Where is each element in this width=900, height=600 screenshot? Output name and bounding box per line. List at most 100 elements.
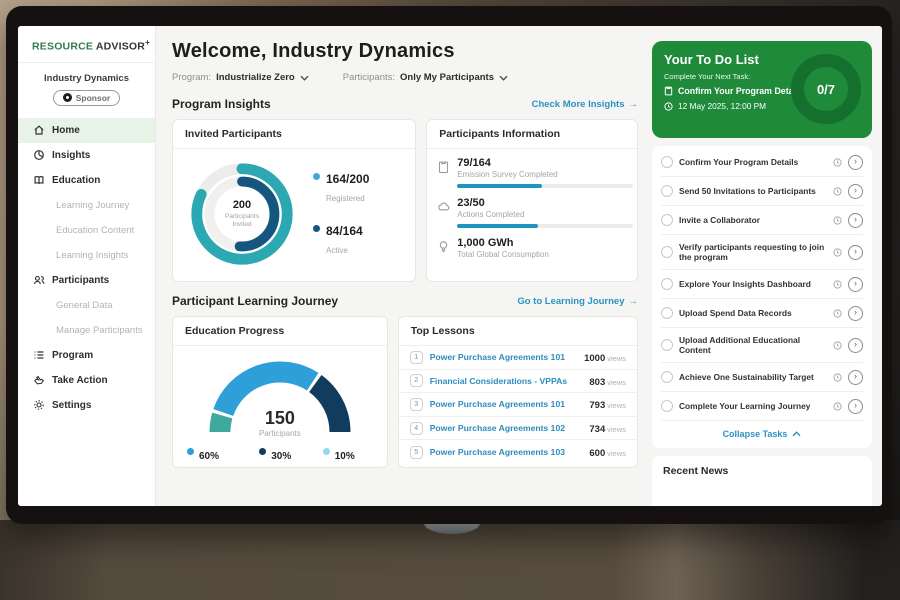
- not-started-dot: [323, 448, 330, 455]
- lesson-link[interactable]: Power Purchase Agreements 103: [430, 447, 583, 457]
- task-checkbox[interactable]: [661, 400, 673, 412]
- recent-news-title: Recent News: [663, 465, 861, 477]
- sidebar-item-education-content[interactable]: Education Content: [18, 218, 155, 243]
- lesson-link[interactable]: Financial Considerations - VPPAs: [430, 376, 583, 386]
- org-name: Industry Dynamics: [18, 73, 155, 84]
- clock-icon: [833, 187, 842, 196]
- book-icon: [33, 174, 45, 186]
- emission-survey-stat: 79/164 Emission Survey Completed: [437, 157, 625, 188]
- sidebar-item-home[interactable]: Home: [18, 118, 155, 143]
- sidebar-item-general-data[interactable]: General Data: [18, 293, 155, 318]
- gauge-label: Participants: [195, 429, 365, 438]
- chevron-right-icon[interactable]: ›: [848, 399, 863, 414]
- chevron-right-icon[interactable]: ›: [848, 338, 863, 353]
- task-checkbox[interactable]: [661, 278, 673, 290]
- sidebar-item-learning-journey[interactable]: Learning Journey: [18, 193, 155, 218]
- actions-progress-bar: [457, 224, 633, 228]
- legend-registered: 164/200 Registered: [313, 170, 369, 206]
- gear-icon: [33, 399, 45, 411]
- clock-icon: [833, 248, 842, 257]
- sponsor-badge-wrap: Sponsor: [18, 90, 155, 106]
- people-icon: [33, 274, 45, 286]
- pending-dot: [259, 448, 266, 455]
- check-more-insights-link[interactable]: Check More Insights →: [532, 99, 638, 110]
- sidebar-item-program[interactable]: Program: [18, 343, 155, 368]
- invited-total: 200: [233, 199, 251, 211]
- program-dropdown[interactable]: Program: Industrialize Zero: [172, 72, 309, 83]
- task-invite-collaborator[interactable]: Invite a Collaborator ›: [661, 206, 863, 235]
- task-explore-insights[interactable]: Explore Your Insights Dashboard ›: [661, 270, 863, 299]
- task-checkbox[interactable]: [661, 371, 673, 383]
- todo-task-list: Confirm Your Program Details › Send 50 I…: [652, 146, 872, 448]
- lesson-row-3[interactable]: 3 Power Purchase Agreements 101 793views: [399, 393, 637, 417]
- invited-donut-chart: 200 Participants Invited: [183, 155, 301, 273]
- education-legend: 60% Completed 30% Pending 10%: [173, 438, 387, 468]
- task-upload-educational-content[interactable]: Upload Additional Educational Content ›: [661, 328, 863, 363]
- lesson-link[interactable]: Power Purchase Agreements 102: [430, 423, 583, 433]
- sidebar-item-manage-participants[interactable]: Manage Participants: [18, 318, 155, 343]
- invited-card-title: Invited Participants: [173, 120, 415, 149]
- task-confirm-program[interactable]: Confirm Your Program Details ›: [661, 148, 863, 177]
- sidebar-item-insights[interactable]: Insights: [18, 143, 155, 168]
- completed-dot: [187, 448, 194, 455]
- active-dot: [313, 225, 320, 232]
- home-icon: [33, 124, 45, 136]
- filters-row: Program: Industrialize Zero Participants…: [172, 72, 638, 83]
- task-checkbox[interactable]: [661, 214, 673, 226]
- chevron-right-icon[interactable]: ›: [848, 245, 863, 260]
- lesson-row-1[interactable]: 1 Power Purchase Agreements 101 1000view…: [399, 346, 637, 370]
- chevron-right-icon[interactable]: ›: [848, 306, 863, 321]
- clock-icon: [833, 373, 842, 382]
- legend-completed: 60% Completed: [187, 446, 235, 468]
- sidebar: RESOURCE ADVISOR+ Industry Dynamics Spon…: [18, 26, 156, 506]
- sidebar-item-take-action[interactable]: Take Action: [18, 368, 155, 393]
- page-title: Welcome, Industry Dynamics: [172, 40, 638, 63]
- participants-dropdown[interactable]: Participants: Only My Participants: [343, 72, 508, 83]
- clock-icon: [664, 102, 673, 111]
- task-achieve-target[interactable]: Achieve One Sustainability Target ›: [661, 363, 863, 392]
- task-checkbox[interactable]: [661, 185, 673, 197]
- clock-icon: [833, 158, 842, 167]
- program-insights-title: Program Insights: [172, 97, 271, 111]
- chevron-right-icon[interactable]: ›: [848, 370, 863, 385]
- clock-icon: [833, 341, 842, 350]
- lesson-row-4[interactable]: 4 Power Purchase Agreements 102 734views: [399, 417, 637, 441]
- legend-not-started: 10% Not Started: [323, 446, 373, 468]
- insights-icon: [33, 149, 45, 161]
- sponsor-icon: [63, 93, 72, 102]
- task-verify-participants[interactable]: Verify participants requesting to join t…: [661, 235, 863, 270]
- lesson-link[interactable]: Power Purchase Agreements 101: [430, 352, 577, 362]
- bulb-icon: [437, 240, 450, 254]
- task-complete-learning-journey[interactable]: Complete Your Learning Journey ›: [661, 392, 863, 421]
- sidebar-item-participants[interactable]: Participants: [18, 268, 155, 293]
- collapse-tasks-link[interactable]: Collapse Tasks: [661, 421, 863, 446]
- chevron-down-icon: [499, 75, 508, 81]
- sidebar-item-settings[interactable]: Settings: [18, 393, 155, 418]
- lesson-row-2[interactable]: 2 Financial Considerations - VPPAs 803vi…: [399, 370, 637, 394]
- chevron-right-icon[interactable]: ›: [848, 277, 863, 292]
- lesson-link[interactable]: Power Purchase Agreements 101: [430, 399, 583, 409]
- chevron-right-icon[interactable]: ›: [848, 213, 863, 228]
- lesson-row-5[interactable]: 5 Power Purchase Agreements 103 600views: [399, 440, 637, 464]
- invited-participants-card: Invited Participants 200: [172, 119, 416, 282]
- chevron-right-icon[interactable]: ›: [848, 155, 863, 170]
- logo-secondary: ADVISOR: [96, 41, 145, 53]
- sidebar-item-learning-insights[interactable]: Learning Insights: [18, 243, 155, 268]
- chevron-right-icon[interactable]: ›: [848, 184, 863, 199]
- participants-information-card: Participants Information 79/164 Emission…: [426, 119, 638, 282]
- task-checkbox[interactable]: [661, 246, 673, 258]
- education-card-title: Education Progress: [173, 317, 387, 346]
- recent-news-card: Recent News: [652, 456, 872, 506]
- emission-progress-bar: [457, 184, 633, 188]
- logo-primary: RESOURCE: [32, 41, 93, 53]
- go-to-learning-journey-link[interactable]: Go to Learning Journey →: [517, 296, 638, 307]
- task-checkbox[interactable]: [661, 156, 673, 168]
- sidebar-item-education[interactable]: Education: [18, 168, 155, 193]
- task-upload-spend-data[interactable]: Upload Spend Data Records ›: [661, 299, 863, 328]
- task-checkbox[interactable]: [661, 307, 673, 319]
- gauge-value: 150: [195, 408, 365, 429]
- task-send-invitations[interactable]: Send 50 Invitations to Participants ›: [661, 177, 863, 206]
- arrow-right-icon: →: [629, 99, 639, 110]
- chevron-down-icon: [300, 75, 309, 81]
- task-checkbox[interactable]: [661, 339, 673, 351]
